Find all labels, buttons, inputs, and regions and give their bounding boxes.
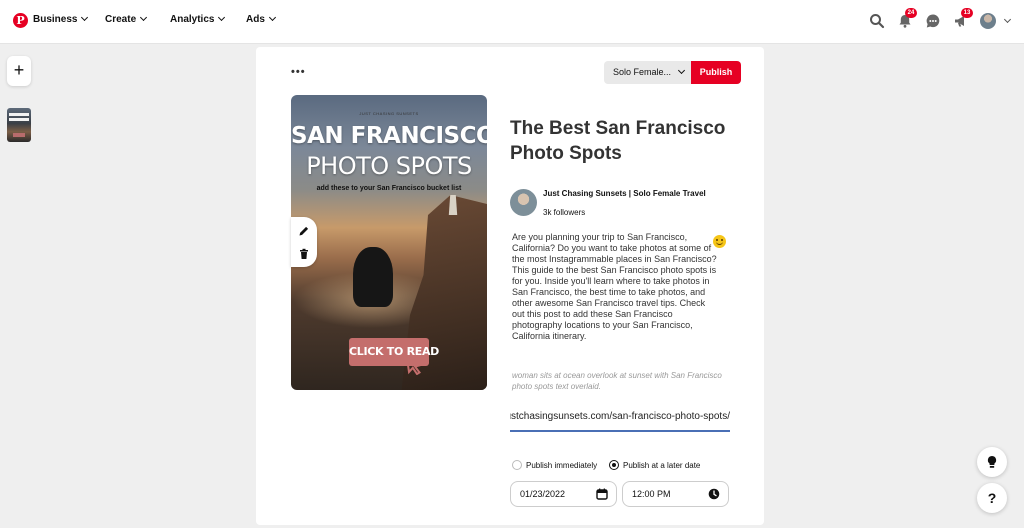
draft-pin-thumbnail[interactable] <box>7 108 31 142</box>
pin-image-headline-2: PHOTO SPOTS <box>306 152 472 180</box>
chevron-down-icon <box>218 13 226 22</box>
account-chevron-down-icon[interactable] <box>1003 15 1012 24</box>
calendar-icon <box>596 488 608 500</box>
nav-ads-label: Ads <box>246 14 265 25</box>
pencil-icon[interactable] <box>298 225 310 237</box>
create-pin-button[interactable]: + <box>7 56 31 86</box>
user-avatar[interactable] <box>980 13 996 29</box>
nav-analytics-menu[interactable]: Analytics <box>170 13 226 25</box>
updates-badge: 13 <box>961 8 973 18</box>
top-navigation: P Business Create Analytics Ads 24 13 <box>0 0 1024 44</box>
time-value: 12:00 PM <box>632 489 671 499</box>
pin-title[interactable]: The Best San Francisco Photo Spots <box>510 116 750 166</box>
thumbnail-cta-block <box>13 133 25 137</box>
pin-image: JUST CHASING SUNSETS SAN FRANCISCO PHOTO… <box>291 95 487 390</box>
notifications-button[interactable]: 24 <box>897 8 917 29</box>
pin-description-field[interactable]: Are you planning your trip to San Franci… <box>512 232 718 342</box>
image-edit-toolbar <box>291 217 317 267</box>
author-followers: 3k followers <box>543 208 586 217</box>
search-icon[interactable] <box>869 13 885 29</box>
messages-icon[interactable] <box>925 13 941 29</box>
help-button[interactable]: ? <box>977 483 1007 513</box>
updates-button[interactable]: 13 <box>953 8 973 29</box>
pin-image-headline-1: SAN FRANCISCO <box>291 123 487 149</box>
time-field[interactable]: 12:00 PM <box>622 481 729 507</box>
board-select-value: Solo Female... <box>613 67 672 77</box>
thumbnail-text-line <box>9 113 29 116</box>
nav-business-menu[interactable]: Business <box>33 13 89 25</box>
thumbnail-text-line <box>9 118 29 121</box>
tips-button[interactable] <box>977 447 1007 477</box>
author-avatar <box>510 189 537 216</box>
date-value: 01/23/2022 <box>520 489 566 499</box>
author-name: Just Chasing Sunsets | Solo Female Trave… <box>543 189 706 198</box>
emoji-picker-icon[interactable] <box>713 235 726 248</box>
nav-create-label: Create <box>105 14 137 25</box>
alt-text-field[interactable]: woman sits at ocean overlook at sunset w… <box>512 370 722 392</box>
publish-button[interactable]: Publish <box>691 61 741 84</box>
pin-image-subline: add these to your San Francisco bucket l… <box>316 185 462 192</box>
trash-icon[interactable] <box>298 248 310 260</box>
publish-later-radio[interactable] <box>609 460 619 470</box>
date-field[interactable]: 01/23/2022 <box>510 481 617 507</box>
pointer-cursor-icon <box>405 357 423 375</box>
nav-analytics-label: Analytics <box>170 14 215 25</box>
publish-immediately-radio[interactable] <box>512 460 522 470</box>
chevron-down-icon <box>140 13 148 22</box>
chevron-down-icon <box>81 13 89 22</box>
destination-link-field[interactable]: https://justchasingsunsets.com/san-franc… <box>510 411 730 432</box>
chevron-down-icon <box>268 13 276 22</box>
more-options-button[interactable]: ••• <box>291 66 306 78</box>
nav-ads-menu[interactable]: Ads <box>246 13 276 25</box>
board-select-dropdown[interactable]: Solo Female... <box>604 61 691 84</box>
pinterest-logo-icon[interactable]: P <box>13 13 28 28</box>
publish-immediately-label: Publish immediately <box>526 461 598 470</box>
nav-business-label: Business <box>33 14 78 25</box>
chevron-down-icon <box>677 66 686 75</box>
publish-later-label: Publish at a later date <box>623 461 701 470</box>
destination-link-value: https://justchasingsunsets.com/san-franc… <box>510 411 730 422</box>
person-silhouette <box>353 247 393 307</box>
lightbulb-icon <box>987 456 997 468</box>
pin-image-cap-text: JUST CHASING SUNSETS <box>359 111 419 116</box>
notifications-badge: 24 <box>905 8 917 18</box>
nav-create-menu[interactable]: Create <box>105 13 148 25</box>
clock-icon <box>708 488 720 500</box>
